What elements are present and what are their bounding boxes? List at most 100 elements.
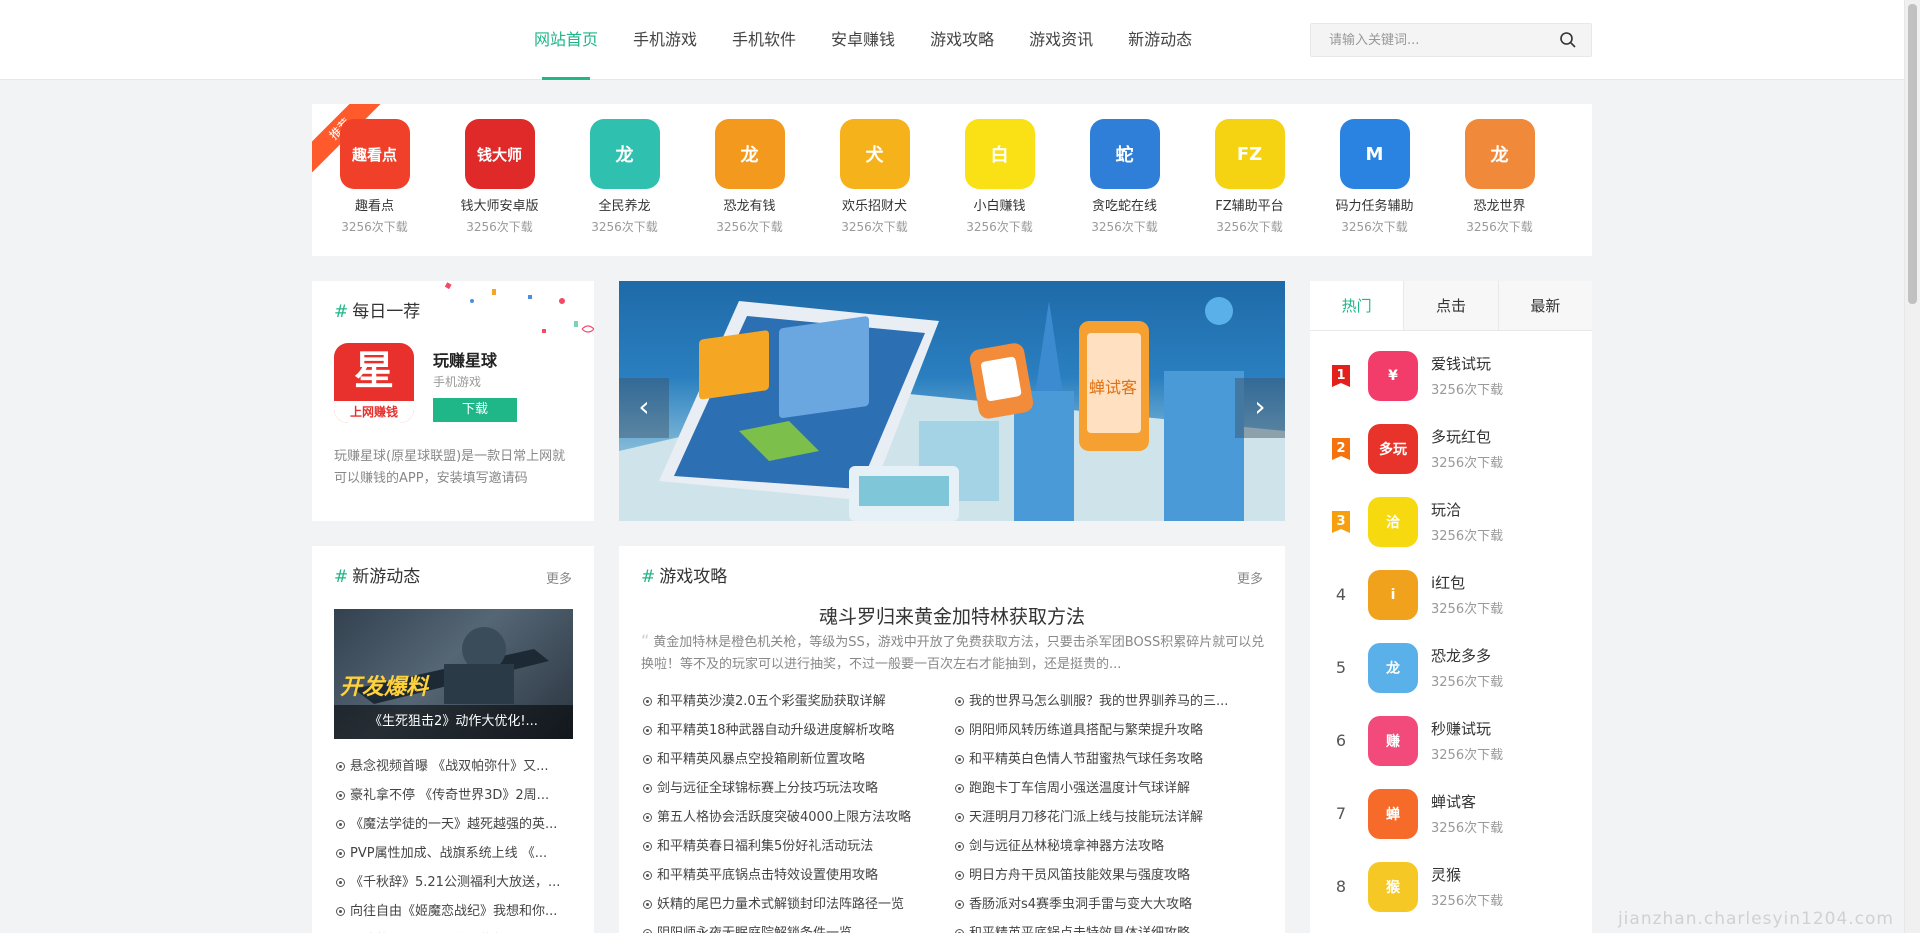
nav-item-1[interactable]: 手机游戏 bbox=[633, 0, 697, 80]
news-list-item[interactable]: 《千秋辞》5.21公测福利大放送，... bbox=[334, 868, 574, 897]
guide-list-item[interactable]: 阴阳师永夜无眠庭院解锁条件一览 bbox=[641, 919, 953, 933]
app-icon[interactable]: 趣看点 bbox=[339, 119, 410, 189]
ranking-app-icon[interactable]: 蝉 bbox=[1368, 789, 1418, 839]
ranking-item[interactable]: 5 龙 恐龙多多 3256次下载 bbox=[1310, 643, 1592, 716]
news-list-item[interactable]: 向往自由《姬魔恋战纪》我想和你... bbox=[334, 897, 574, 926]
featured-app[interactable]: 趣看点 趣看点 3256次下载 bbox=[312, 119, 437, 235]
ranking-app-icon[interactable]: i bbox=[1368, 570, 1418, 620]
featured-app[interactable]: 犬欢乐招财犬 3256次下载 bbox=[812, 119, 937, 235]
app-name[interactable]: 趣看点 bbox=[312, 195, 437, 214]
ranking-app-icon[interactable]: 赚 bbox=[1368, 716, 1418, 766]
featured-app[interactable]: FZ FZ辅助平台 3256次下载 bbox=[1187, 119, 1312, 235]
guide-list-item[interactable]: 和平精英沙漠2.0五个彩蛋奖励获取详解 bbox=[641, 687, 953, 716]
app-icon[interactable]: M bbox=[1339, 119, 1410, 189]
ranking-tab-1[interactable]: 点击 bbox=[1403, 281, 1498, 330]
guide-list-item[interactable]: 第五人格协会活跃度突破4000上限方法攻略 bbox=[641, 803, 953, 832]
guide-list-item[interactable]: 妖精的尾巴力量术式解锁封印法阵路径一览 bbox=[641, 890, 953, 919]
guide-list-item[interactable]: 和平精英白色情人节甜蜜热气球任务攻略 bbox=[953, 745, 1265, 774]
app-icon[interactable]: 龙 bbox=[1464, 119, 1535, 189]
app-icon[interactable]: 蛇 bbox=[1089, 119, 1160, 189]
app-name[interactable]: 全民养龙 bbox=[562, 195, 687, 214]
featured-app[interactable]: 龙恐龙有钱 3256次下载 bbox=[687, 119, 812, 235]
ranking-app-icon[interactable]: 多玩 bbox=[1368, 424, 1418, 474]
ranking-app-name[interactable]: 爱钱试玩 bbox=[1431, 353, 1491, 374]
new-games-more-link[interactable]: 更多 bbox=[546, 568, 572, 587]
guide-list-item[interactable]: 跑跑卡丁车信周小强送温度计气球详解 bbox=[953, 774, 1265, 803]
news-list-item[interactable]: 《我的便利店》带你云旅行，走进... bbox=[334, 926, 574, 933]
ranking-item[interactable]: 1 ¥ 爱钱试玩 3256次下载 bbox=[1310, 351, 1592, 424]
ranking-app-name[interactable]: 玩洽 bbox=[1431, 499, 1461, 520]
news-featured-image[interactable]: 开发爆料 《生死狙击2》动作大优化!... bbox=[334, 609, 573, 739]
ranking-app-name[interactable]: 灵猴 bbox=[1431, 864, 1461, 885]
nav-item-3[interactable]: 安卓赚钱 bbox=[831, 0, 895, 80]
ranking-item[interactable]: 3 洽 玩洽 3256次下载 bbox=[1310, 497, 1592, 570]
search-input[interactable] bbox=[1329, 24, 1549, 56]
nav-item-0[interactable]: 网站首页 bbox=[534, 0, 598, 80]
download-button[interactable]: 下载 bbox=[433, 398, 517, 422]
guide-list-item[interactable]: 剑与远征丛林秘境拿神器方法攻略 bbox=[953, 832, 1265, 861]
guide-list-item[interactable]: 和平精英平底锅点击特效设置使用攻略 bbox=[641, 861, 953, 890]
ranking-item[interactable]: 2 多玩 多玩红包 3256次下载 bbox=[1310, 424, 1592, 497]
guide-list-item[interactable]: 和平精英18种武器自动升级进度解析攻略 bbox=[641, 716, 953, 745]
app-icon[interactable]: 龙 bbox=[589, 119, 660, 189]
app-name[interactable]: 钱大师安卓版 bbox=[437, 195, 562, 214]
app-name[interactable]: 恐龙世界 bbox=[1437, 195, 1562, 214]
nav-item-2[interactable]: 手机软件 bbox=[732, 0, 796, 80]
guide-list-item[interactable]: 和平精英平底锅点击特效具体详细攻略 bbox=[953, 919, 1265, 933]
ranking-item[interactable]: 7 蝉 蝉试客 3256次下载 bbox=[1310, 789, 1592, 862]
news-list-item[interactable]: 《魔法学徒的一天》越死越强的英... bbox=[334, 810, 574, 839]
nav-item-6[interactable]: 新游动态 bbox=[1128, 0, 1192, 80]
ranking-app-icon[interactable]: 洽 bbox=[1368, 497, 1418, 547]
guide-list-item[interactable]: 阴阳师风转历练道具搭配与繁荣提升攻略 bbox=[953, 716, 1265, 745]
app-name[interactable]: 码力任务辅助 bbox=[1312, 195, 1437, 214]
app-icon[interactable]: 犬 bbox=[839, 119, 910, 189]
ranking-item[interactable]: 8 猴 灵猴 3256次下载 bbox=[1310, 862, 1592, 933]
app-name[interactable]: 贪吃蛇在线 bbox=[1062, 195, 1187, 214]
ranking-app-name[interactable]: i红包 bbox=[1431, 572, 1465, 593]
app-icon[interactable]: 白 bbox=[964, 119, 1035, 189]
nav-item-5[interactable]: 游戏资讯 bbox=[1029, 0, 1093, 80]
ranking-item[interactable]: 4 i i红包 3256次下载 bbox=[1310, 570, 1592, 643]
app-name[interactable]: 恐龙有钱 bbox=[687, 195, 812, 214]
featured-app[interactable]: 蛇贪吃蛇在线 3256次下载 bbox=[1062, 119, 1187, 235]
search-icon[interactable] bbox=[1559, 31, 1577, 49]
banner-next-button[interactable]: › bbox=[1235, 378, 1285, 438]
news-list-item[interactable]: PVP属性加成、战旗系统上线 《... bbox=[334, 839, 574, 868]
app-name[interactable]: FZ辅助平台 bbox=[1187, 195, 1312, 214]
banner-carousel[interactable]: 蝉试客 ‹ › bbox=[619, 281, 1285, 521]
featured-app[interactable]: 钱大师 钱大师安卓版 3256次下载 bbox=[437, 119, 562, 235]
app-icon[interactable]: FZ bbox=[1214, 119, 1285, 189]
ranking-app-icon[interactable]: ¥ bbox=[1368, 351, 1418, 401]
ranking-app-name[interactable]: 秒赚试玩 bbox=[1431, 718, 1491, 739]
guide-list-item[interactable]: 我的世界马怎么驯服？我的世界驯养马的三... bbox=[953, 687, 1265, 716]
ranking-app-icon[interactable]: 龙 bbox=[1368, 643, 1418, 693]
featured-app[interactable]: 龙恐龙世界 3256次下载 bbox=[1437, 119, 1562, 235]
ranking-app-name[interactable]: 恐龙多多 bbox=[1431, 645, 1491, 666]
guide-headline[interactable]: 魂斗罗归来黄金加特林获取方法 bbox=[619, 602, 1285, 629]
featured-app[interactable]: 白小白赚钱 3256次下载 bbox=[937, 119, 1062, 235]
featured-app[interactable]: M 码力任务辅助 3256次下载 bbox=[1312, 119, 1437, 235]
app-icon[interactable]: 龙 bbox=[714, 119, 785, 189]
news-list-item[interactable]: 悬念视频首曝 《战双帕弥什》又... bbox=[334, 752, 574, 781]
daily-app-icon[interactable]: 星 上网赚钱 bbox=[334, 343, 414, 423]
banner-prev-button[interactable]: ‹ bbox=[619, 378, 669, 438]
ranking-tab-0[interactable]: 热门 bbox=[1310, 281, 1404, 330]
daily-app-name[interactable]: 玩赚星球 bbox=[433, 347, 497, 371]
app-icon[interactable]: 钱大师 bbox=[464, 119, 535, 189]
guide-list-item[interactable]: 天涯明月刀移花门派上线与技能玩法详解 bbox=[953, 803, 1265, 832]
app-name[interactable]: 小白赚钱 bbox=[937, 195, 1062, 214]
guide-list-item[interactable]: 香肠派对s4赛季虫洞手雷与变大大攻略 bbox=[953, 890, 1265, 919]
guide-list-item[interactable]: 剑与远征全球锦标赛上分技巧玩法攻略 bbox=[641, 774, 953, 803]
ranking-app-name[interactable]: 多玩红包 bbox=[1431, 426, 1491, 447]
page-scrollbar[interactable] bbox=[1904, 0, 1920, 933]
featured-app[interactable]: 龙全民养龙 3256次下载 bbox=[562, 119, 687, 235]
ranking-app-name[interactable]: 蝉试客 bbox=[1431, 791, 1476, 812]
game-guides-more-link[interactable]: 更多 bbox=[1237, 568, 1263, 587]
ranking-item[interactable]: 6 赚 秒赚试玩 3256次下载 bbox=[1310, 716, 1592, 789]
nav-item-4[interactable]: 游戏攻略 bbox=[930, 0, 994, 80]
scrollbar-thumb[interactable] bbox=[1908, 4, 1917, 304]
news-list-item[interactable]: 豪礼拿不停 《传奇世界3D》2周... bbox=[334, 781, 574, 810]
ranking-app-icon[interactable]: 猴 bbox=[1368, 862, 1418, 912]
app-name[interactable]: 欢乐招财犬 bbox=[812, 195, 937, 214]
ranking-tab-2[interactable]: 最新 bbox=[1497, 281, 1592, 330]
